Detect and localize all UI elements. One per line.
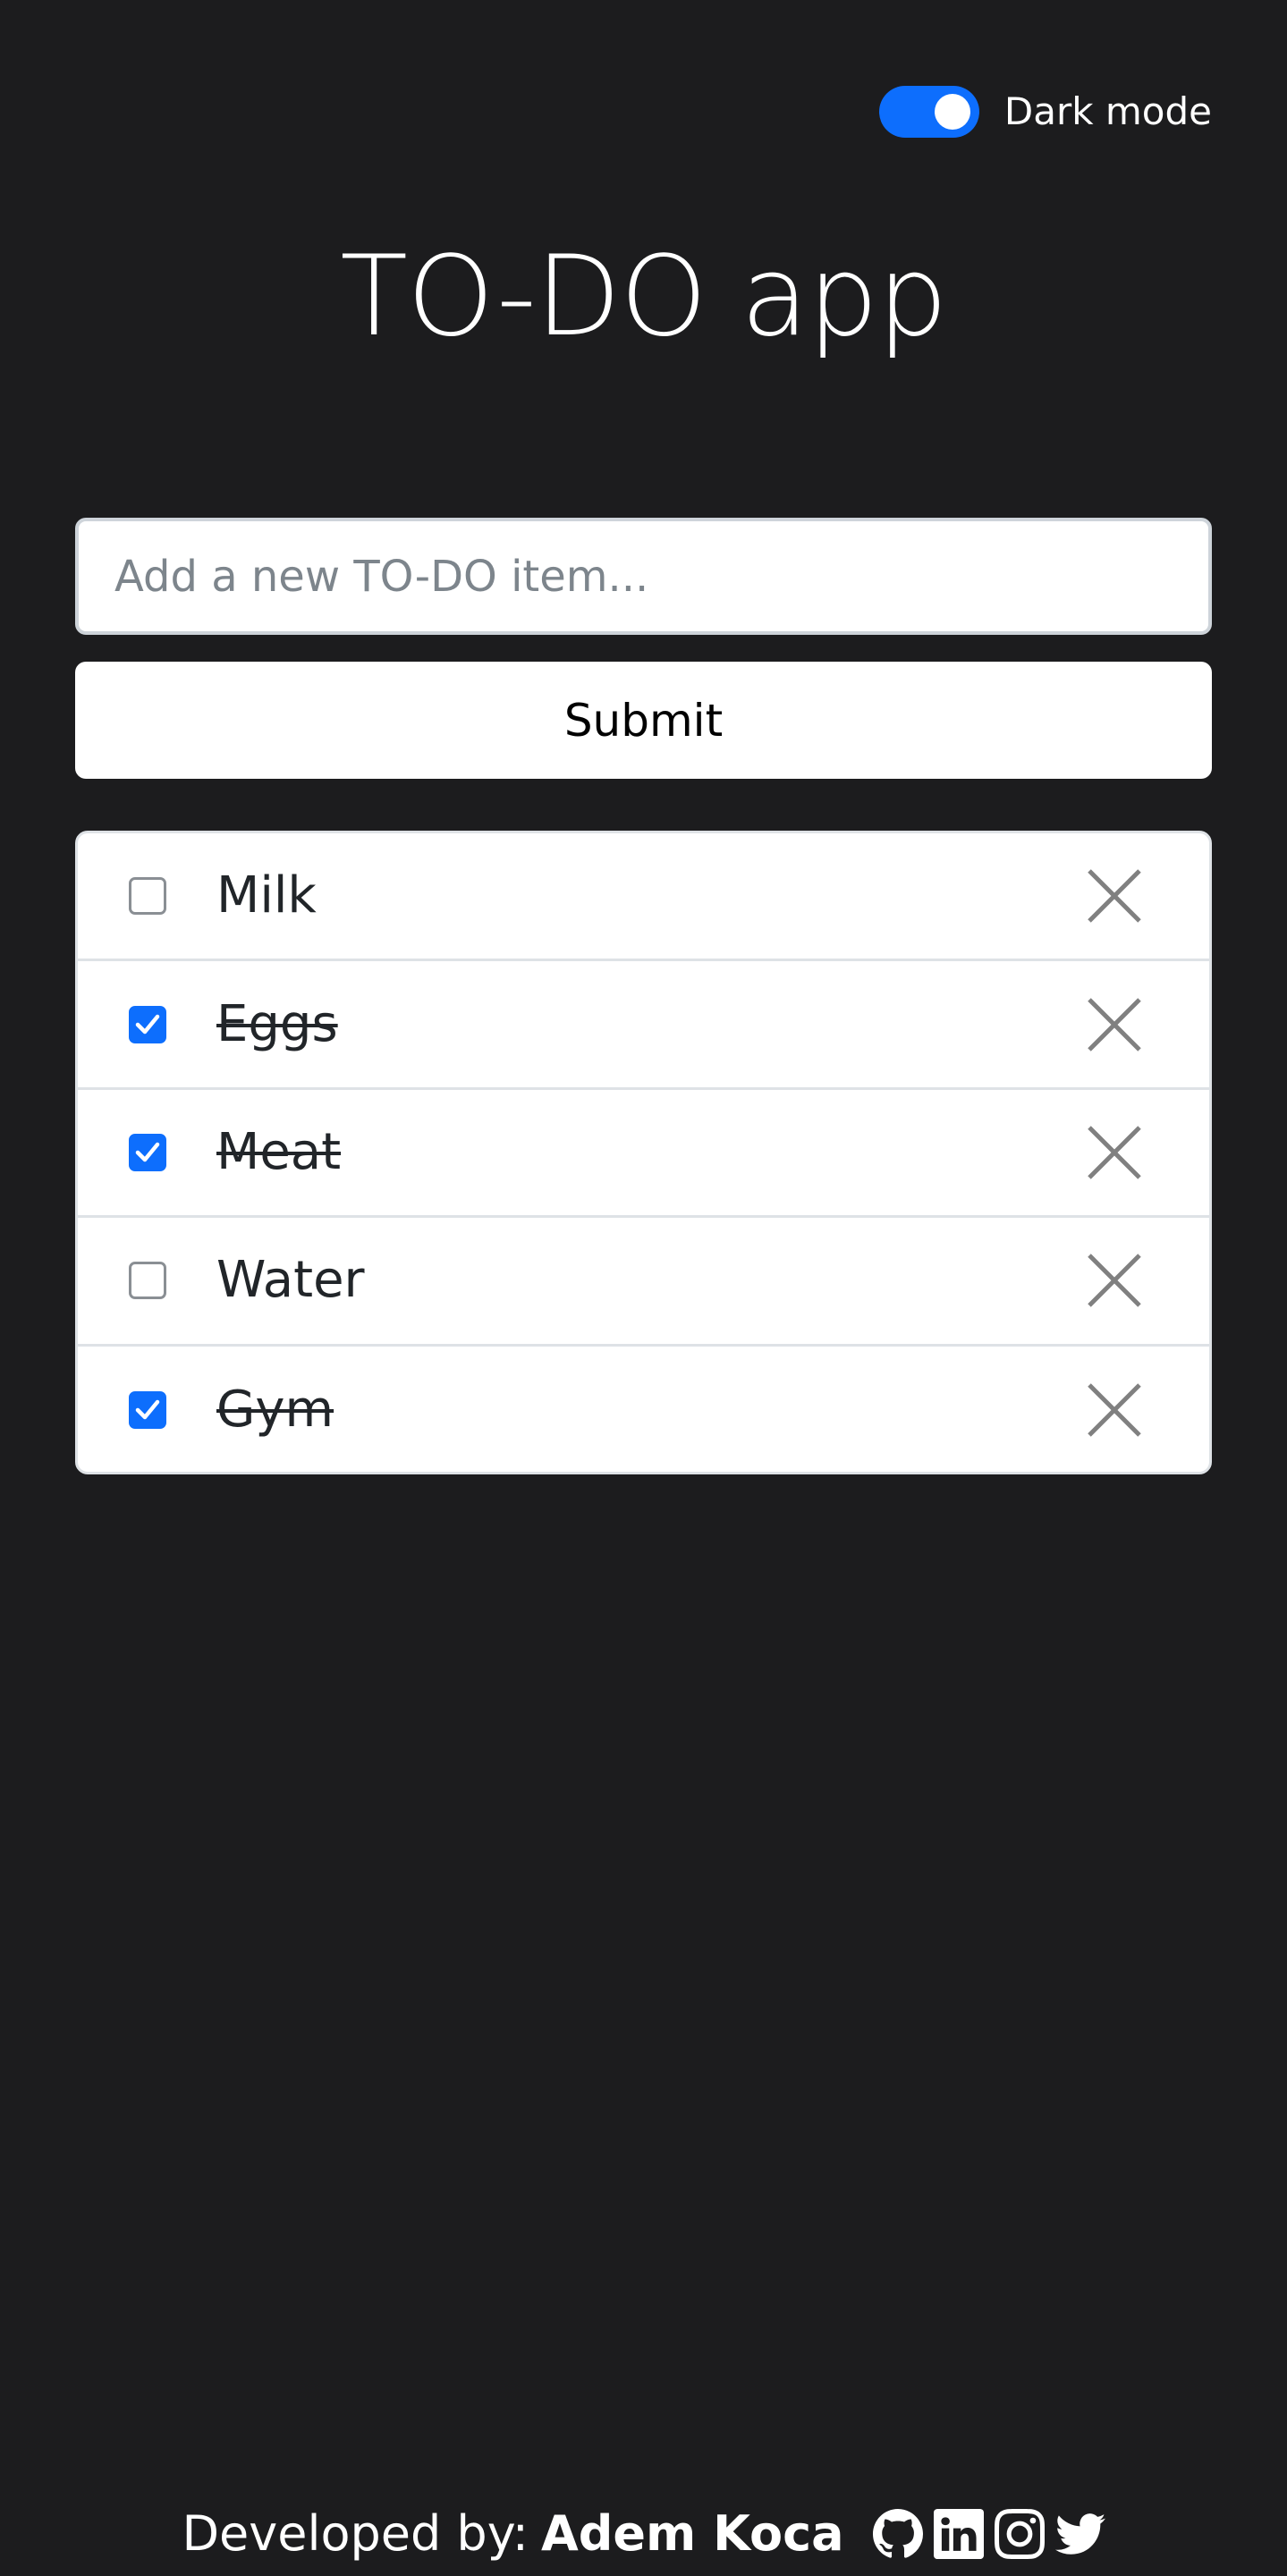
todo-text: Meat [216,1122,342,1181]
linkedin-icon[interactable] [933,2509,984,2559]
toggle-knob [934,94,970,130]
github-icon[interactable] [872,2509,923,2559]
todo-text: Milk [216,866,317,925]
todo-text: Gym [216,1381,334,1440]
todo-checkbox[interactable] [129,1005,166,1043]
new-todo-input[interactable] [75,518,1212,635]
footer-author: Adem Koca [540,2505,844,2562]
todo-item: Meat [78,1090,1209,1219]
checkmark-icon [135,1014,160,1034]
todo-checkbox[interactable] [129,877,166,916]
todo-text: Eggs [216,994,338,1053]
dark-mode-label: Dark mode [1003,89,1212,133]
todo-list: Milk Eggs Meat Water Gym [75,831,1212,1474]
todo-item: Gym [78,1347,1209,1472]
close-icon[interactable] [1086,867,1143,925]
close-icon[interactable] [1086,1381,1143,1439]
social-links [872,2509,1105,2560]
todo-text: Water [216,1251,365,1310]
todo-item: Eggs [78,961,1209,1090]
todo-app-page: Dark mode TO-DO app Submit Milk Eggs [0,0,1287,2576]
page-title: TO-DO app [340,232,947,361]
todo-checkbox[interactable] [129,1262,166,1300]
close-icon[interactable] [1086,1124,1143,1181]
twitter-icon[interactable] [1054,2509,1105,2559]
checkmark-icon [135,1142,160,1162]
checkmark-icon [135,1400,160,1420]
close-icon[interactable] [1086,996,1143,1053]
todo-checkbox[interactable] [129,1391,166,1430]
todo-item: Water [78,1218,1209,1347]
dark-mode-toggle[interactable] [878,86,979,138]
todo-item: Milk [78,833,1209,962]
close-icon[interactable] [1086,1252,1143,1309]
instagram-icon[interactable] [994,2509,1045,2560]
submit-button[interactable]: Submit [75,662,1212,779]
dark-mode-toggle-group: Dark mode [878,86,1212,138]
footer: Developed by: Adem Koca [0,2505,1287,2562]
todo-checkbox[interactable] [129,1133,166,1171]
footer-prefix: Developed by: [182,2505,529,2562]
